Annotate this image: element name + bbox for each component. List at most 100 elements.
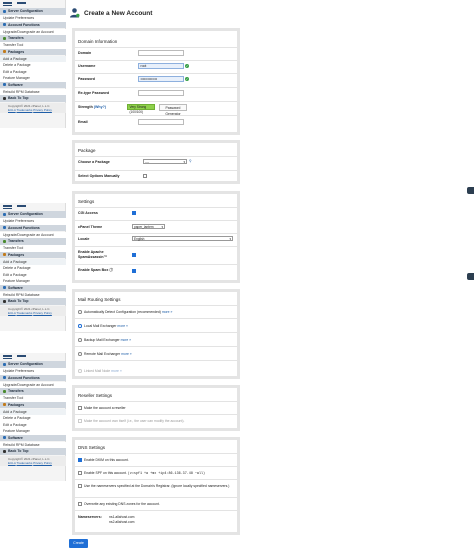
- sidebar-item-label: Edit a Package: [3, 69, 27, 74]
- sidebar-item-label: Delete a Package: [3, 63, 31, 67]
- sidebar-item[interactable]: Account Functions: [0, 21, 66, 28]
- cgi-access-checkbox[interactable]: [132, 211, 136, 215]
- sidebar: Server Configuration Update Preferences Ac…: [0, 0, 66, 128]
- strength-label: Strength (Why?): [78, 105, 106, 109]
- transfer-icon: [3, 389, 6, 393]
- retype-password-input[interactable]: [138, 90, 184, 96]
- sidebar-item[interactable]: Server Configuration: [0, 8, 66, 15]
- sidebar-item-label: Feature Manager: [3, 76, 30, 80]
- locale-select[interactable]: English: [132, 236, 233, 242]
- spamassassin-checkbox[interactable]: [132, 253, 136, 257]
- sidebar-item-label: Packages: [8, 252, 25, 257]
- eula-link[interactable]: EULA: [8, 461, 16, 465]
- valid-check-icon: ✓: [185, 77, 189, 81]
- user-account-icon: [70, 8, 80, 18]
- spam-box-checkbox[interactable]: [132, 269, 136, 273]
- eula-link[interactable]: EULA: [8, 311, 16, 315]
- sidebar-item[interactable]: Transfers: [0, 238, 66, 245]
- create-button[interactable]: Create: [69, 539, 88, 548]
- domain-information-panel: Domain Information Domain Username root …: [72, 28, 240, 135]
- cpanel-logo[interactable]: [0, 353, 66, 360]
- cpanel-theme-select[interactable]: paper_lantern: [132, 224, 165, 230]
- select-manually-checkbox[interactable]: [143, 174, 147, 178]
- domain-label: Domain: [78, 51, 92, 55]
- mail-routing-radio[interactable]: [78, 324, 82, 328]
- sidebar-item[interactable]: Packages: [0, 401, 66, 408]
- overwrite-zones-checkbox[interactable]: [78, 502, 82, 506]
- privacy-link[interactable]: Privacy Policy: [33, 108, 52, 112]
- email-input[interactable]: [138, 119, 184, 125]
- own-itself-label: Make the account own itself (i.e., the u…: [84, 419, 185, 423]
- reseller-settings-panel: Reseller Settings Make the account a res…: [72, 385, 240, 431]
- sidebar-item-label: Update Preferences: [3, 219, 35, 223]
- sidebar-item[interactable]: Account Functions: [0, 224, 66, 231]
- spf-checkbox[interactable]: [78, 471, 82, 475]
- cpanel-logo[interactable]: [0, 0, 66, 7]
- sidebar-item[interactable]: Back To Top: [0, 298, 66, 305]
- page-title: Create a New Account: [84, 10, 153, 17]
- sidebar-item[interactable]: Transfers: [0, 388, 66, 395]
- search-icon[interactable]: ⚲: [189, 159, 191, 163]
- sidebar-item-label: Upgrade/Downgrade an Account: [3, 29, 54, 34]
- package-select[interactable]: ----: [143, 159, 187, 165]
- sidebar-item[interactable]: Account Functions: [0, 374, 66, 381]
- more-link[interactable]: more »: [117, 324, 128, 328]
- spf-label: Enable SPF on this account. (v=spf1 +a +…: [84, 471, 206, 476]
- cpanel-logo[interactable]: [0, 203, 66, 210]
- username-label: Username: [78, 64, 96, 68]
- privacy-link[interactable]: Privacy Policy: [33, 311, 52, 315]
- sidebar-item-label: Rebuild RPM Database: [3, 442, 40, 447]
- sidebar-item[interactable]: Software: [0, 434, 66, 441]
- sidebar-item[interactable]: Software: [0, 284, 66, 291]
- trademarks-link[interactable]: Trademarks: [16, 461, 32, 465]
- sidebar-item[interactable]: Packages: [0, 48, 66, 55]
- sidebar-item[interactable]: Packages: [0, 251, 66, 258]
- cpanel-theme-label: cPanel Theme: [78, 225, 103, 229]
- sidebar-item-label: Transfer Tool: [3, 246, 24, 250]
- sidebar-footer: Copyright© 2021 cPanel, L.L.C. EULA Trade…: [0, 306, 66, 316]
- sidebar-item[interactable]: Back To Top: [0, 95, 66, 102]
- mail-routing-radio[interactable]: [78, 352, 82, 356]
- sidebar-item-label: Back To Top: [8, 96, 29, 100]
- sidebar-item-label: Server Configuration: [8, 212, 43, 216]
- sidebar-item[interactable]: Server Configuration: [0, 361, 66, 368]
- sidebar-item[interactable]: Back To Top: [0, 448, 66, 455]
- mail-routing-radio[interactable]: [78, 310, 82, 314]
- dkim-checkbox[interactable]: [78, 458, 82, 462]
- more-link[interactable]: more »: [121, 338, 132, 342]
- dns-settings-panel: DNS Settings Enable DKIM on this account…: [72, 437, 240, 535]
- password-label: Password: [78, 77, 95, 81]
- more-link[interactable]: more »: [162, 310, 173, 314]
- chat-icon[interactable]: [467, 273, 474, 280]
- sidebar-item-label: Rebuild RPM Database: [3, 89, 40, 94]
- password-generator-button[interactable]: Password Generator: [159, 104, 187, 116]
- strength-why-link[interactable]: (Why?): [94, 105, 106, 109]
- sidebar-item[interactable]: Server Configuration: [0, 211, 66, 218]
- user-icon: [3, 226, 6, 229]
- privacy-link[interactable]: Privacy Policy: [33, 461, 52, 465]
- chat-icon[interactable]: [467, 187, 474, 194]
- trademarks-link[interactable]: Trademarks: [16, 108, 32, 112]
- sidebar-item-label: Software: [8, 435, 23, 440]
- domain-input[interactable]: [138, 50, 184, 56]
- mail-routing-radio[interactable]: [78, 338, 82, 342]
- choose-package-label: Choose a Package: [78, 160, 110, 164]
- username-input[interactable]: root: [138, 63, 184, 69]
- locale-label: Locale: [78, 237, 90, 241]
- make-reseller-checkbox[interactable]: [78, 406, 82, 410]
- password-input[interactable]: ••••••••••••••: [138, 76, 184, 82]
- use-registrar-nameservers-checkbox[interactable]: [78, 484, 82, 488]
- sidebar-item[interactable]: Software: [0, 81, 66, 88]
- sidebar-item[interactable]: Transfers: [0, 35, 66, 42]
- trademarks-link[interactable]: Trademarks: [16, 311, 32, 315]
- sidebar-item-label: Add a Package: [3, 409, 27, 414]
- eula-link[interactable]: EULA: [8, 108, 16, 112]
- sidebar-item-label: Add a Package: [3, 56, 27, 61]
- sidebar-item-label: Transfers: [8, 36, 24, 40]
- sidebar-item-label: Edit a Package: [3, 272, 27, 277]
- software-icon: [3, 286, 6, 289]
- use-registrar-nameservers-label: Use the nameservers specified at the Dom…: [84, 484, 230, 488]
- more-link[interactable]: more »: [121, 352, 132, 356]
- sidebar-item-label: Back To Top: [8, 449, 29, 453]
- spamassassin-label: Enable Apache SpamAssassin™: [78, 250, 108, 259]
